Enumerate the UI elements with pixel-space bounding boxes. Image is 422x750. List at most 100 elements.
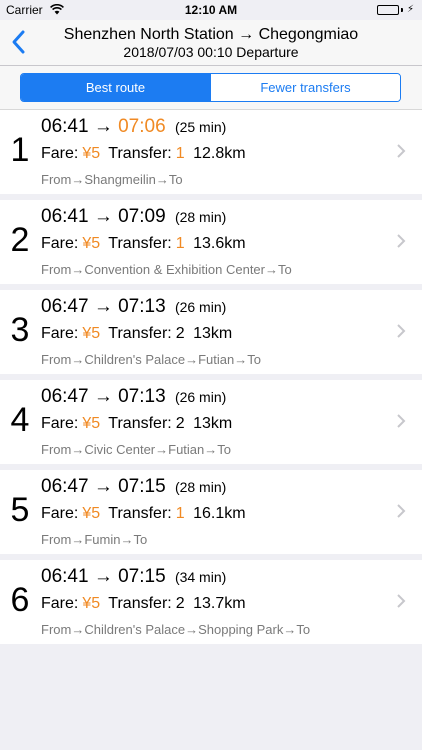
route-info: Fare: ¥5 Transfer: 1 13.6km [41, 234, 250, 254]
depart-time: 06:47 [41, 476, 89, 497]
fare-label: Fare: [41, 145, 79, 162]
distance: 13.7km [193, 595, 246, 612]
route-row[interactable]: 6 06:41 → 07:15 (34 min) Fare: ¥5 Transfe… [0, 560, 422, 644]
navigation-bar: Shenzhen North Station → Chegongmiao 201… [0, 20, 422, 66]
route-times: 06:41 → 07:06 (25 min) [41, 115, 226, 139]
route-row[interactable]: 1 06:41 → 07:06 (25 min) Fare: ¥5 Transfe… [0, 110, 422, 194]
transfer-label: Transfer: [108, 415, 172, 432]
fare-value: ¥5 [82, 505, 101, 522]
clock: 12:10 AM [184, 3, 238, 17]
depart-time: 06:41 [41, 566, 89, 587]
chevron-right-icon [396, 323, 406, 339]
route-index: 4 [10, 401, 30, 439]
route-info: Fare: ¥5 Transfer: 2 13km [41, 324, 236, 344]
arrive-time: 07:15 [118, 476, 166, 497]
route-times: 06:41 → 07:15 (34 min) [41, 565, 226, 589]
fare-value: ¥5 [82, 235, 101, 252]
transfer-value: 2 [175, 325, 185, 342]
status-bar: Carrier 12:10 AM ⚡ [0, 0, 422, 20]
duration: (26 min) [174, 299, 227, 315]
chevron-right-icon [396, 233, 406, 249]
battery-icon: ⚡ [376, 4, 414, 15]
transfer-value: 1 [175, 235, 185, 252]
page-subtitle: 2018/07/03 00:10 Departure [123, 44, 299, 60]
route-row[interactable]: 4 06:47 → 07:13 (26 min) Fare: ¥5 Transfe… [0, 380, 422, 464]
duration: (26 min) [174, 389, 227, 405]
route-path: From→Shangmeilin→To [41, 172, 183, 187]
distance: 16.1km [193, 505, 246, 522]
transfer-label: Transfer: [108, 505, 172, 522]
distance: 12.8km [193, 145, 246, 162]
transfer-value: 1 [175, 145, 185, 162]
duration: (28 min) [174, 479, 227, 495]
distance: 13km [193, 415, 233, 432]
fare-label: Fare: [41, 505, 79, 522]
fare-value: ¥5 [82, 325, 101, 342]
arrow: → [93, 476, 113, 497]
fare-label: Fare: [41, 325, 79, 342]
route-info: Fare: ¥5 Transfer: 1 16.1km [41, 504, 250, 524]
page-title: Shenzhen North Station → Chegongmiao [63, 26, 359, 43]
route-mode-segmented-control: Best route Fewer transfers [20, 73, 401, 102]
depart-time: 06:41 [41, 206, 89, 227]
arrive-time: 07:13 [118, 296, 166, 317]
route-row[interactable]: 3 06:47 → 07:13 (26 min) Fare: ¥5 Transfe… [0, 290, 422, 374]
distance: 13km [193, 325, 233, 342]
route-index: 1 [10, 131, 30, 169]
arrow: → [93, 296, 113, 317]
route-times: 06:41 → 07:09 (28 min) [41, 205, 226, 229]
transfer-value: 1 [175, 505, 185, 522]
arrive-time: 07:09 [118, 206, 166, 227]
route-index: 5 [10, 491, 30, 529]
arrow: → [93, 566, 113, 587]
route-index: 2 [10, 221, 30, 259]
route-path: From→Civic Center→Futian→To [41, 442, 231, 457]
route-row[interactable]: 5 06:47 → 07:15 (28 min) Fare: ¥5 Transfe… [0, 470, 422, 554]
route-info: Fare: ¥5 Transfer: 1 12.8km [41, 144, 250, 164]
arrow: → [93, 206, 113, 227]
arrow: → [93, 386, 113, 407]
route-times: 06:47 → 07:13 (26 min) [41, 385, 226, 409]
chevron-right-icon [396, 413, 406, 429]
transfer-value: 2 [175, 415, 185, 432]
arrive-time: 07:06 [118, 116, 166, 137]
fare-value: ¥5 [82, 145, 101, 162]
route-times: 06:47 → 07:15 (28 min) [41, 475, 226, 499]
route-row[interactable]: 2 06:41 → 07:09 (28 min) Fare: ¥5 Transfe… [0, 200, 422, 284]
transfer-label: Transfer: [108, 235, 172, 252]
fare-value: ¥5 [82, 595, 101, 612]
route-times: 06:47 → 07:13 (26 min) [41, 295, 226, 319]
segment-fewer-transfers[interactable]: Fewer transfers [210, 74, 400, 101]
route-index: 6 [10, 581, 30, 619]
chevron-right-icon [396, 143, 406, 159]
fare-label: Fare: [41, 415, 79, 432]
chevron-right-icon [396, 503, 406, 519]
fare-label: Fare: [41, 235, 79, 252]
transfer-label: Transfer: [108, 325, 172, 342]
route-info: Fare: ¥5 Transfer: 2 13.7km [41, 594, 250, 614]
chevron-right-icon [396, 593, 406, 609]
depart-time: 06:47 [41, 296, 89, 317]
route-path: From→Children's Palace→Shopping Park→To [41, 622, 311, 637]
arrive-time: 07:15 [118, 566, 166, 587]
arrive-time: 07:13 [118, 386, 166, 407]
duration: (25 min) [174, 119, 227, 135]
duration: (28 min) [174, 209, 227, 225]
transfer-value: 2 [175, 595, 185, 612]
route-path: From→Children's Palace→Futian→To [41, 352, 261, 367]
segment-best-route[interactable]: Best route [21, 74, 210, 101]
route-index: 3 [10, 311, 30, 349]
fare-label: Fare: [41, 595, 79, 612]
depart-time: 06:47 [41, 386, 89, 407]
fare-value: ¥5 [82, 415, 101, 432]
segment-bar: Best route Fewer transfers [0, 66, 422, 110]
route-list: 1 06:41 → 07:06 (25 min) Fare: ¥5 Transfe… [0, 110, 422, 650]
transfer-label: Transfer: [108, 595, 172, 612]
duration: (34 min) [174, 569, 227, 585]
route-path: From→Convention & Exhibition Center→To [41, 262, 292, 277]
depart-time: 06:41 [41, 116, 89, 137]
arrow: → [93, 116, 113, 137]
distance: 13.6km [193, 235, 246, 252]
route-path: From→Fumin→To [41, 532, 148, 547]
transfer-label: Transfer: [108, 145, 172, 162]
